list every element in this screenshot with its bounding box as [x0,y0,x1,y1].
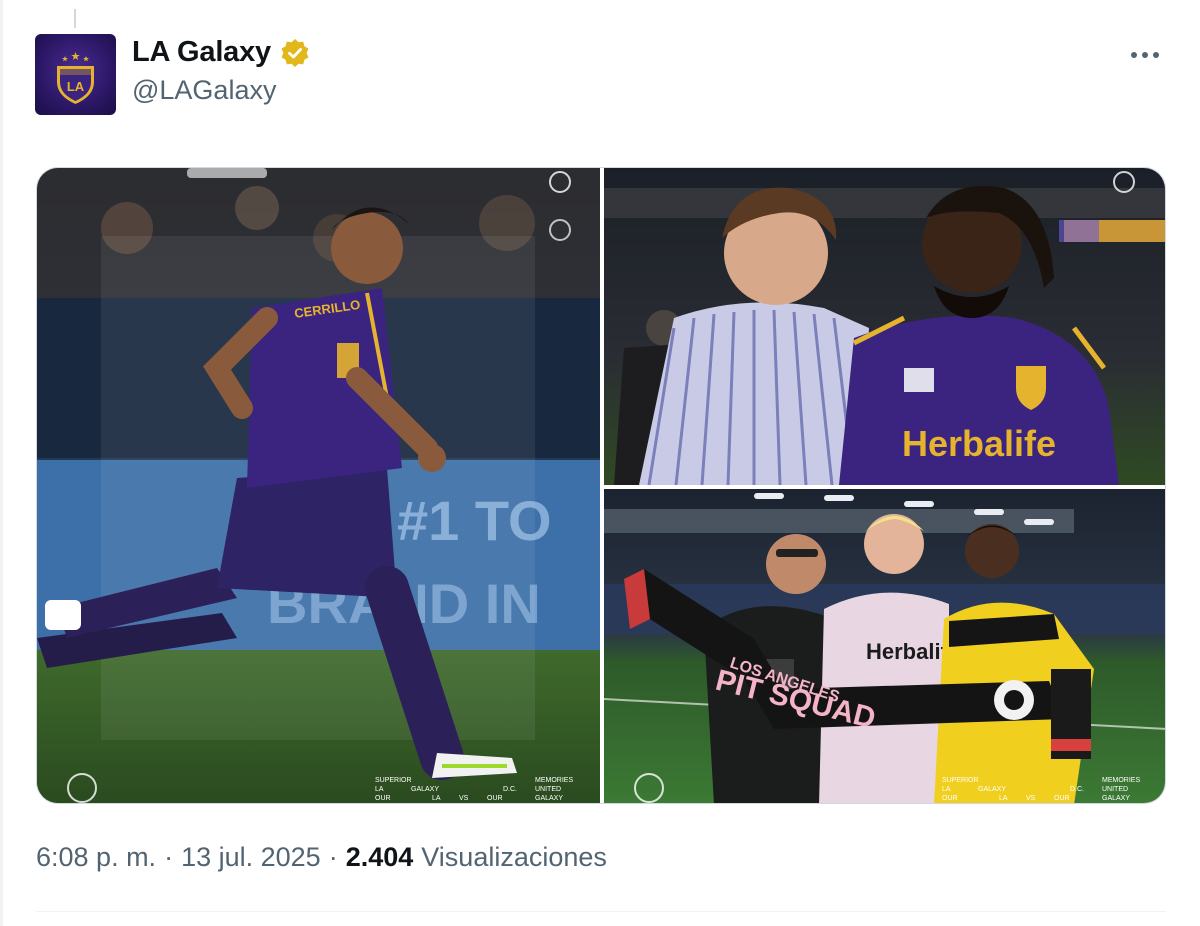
corner-text-1: SUPERIOR [375,777,412,784]
display-name-row: LA Galaxy [132,36,311,69]
views-count: 2.404 [345,842,414,872]
tweet-date[interactable]: 13 jul. 2025 [181,842,321,873]
corner-text-7: OUR [375,795,391,802]
corner-text-b11: GALAXY [1102,795,1130,802]
media-photo-3[interactable]: Herbalife LOS ANGELES PIT SQUAD SUPERIOR… [604,489,1165,803]
media-photo-1[interactable]: #1 TO BRAND IN CERRILLO SUPERIOR LA GALA… [37,168,600,803]
corner-text-b10: UNITED [1102,786,1128,793]
jersey-sponsor-text: Herbalife [902,423,1056,464]
corner-text-b4: VS [1026,795,1036,802]
corner-text-b8: LA [999,795,1008,802]
tweet-meta: 6:08 p. m. · 13 jul. 2025 · 2.404 Visual… [36,842,607,873]
corner-text-b1: SUPERIOR [942,777,979,784]
tweet-page: LA LA Galaxy @LAGalaxy #1 TO BRAND IN CE… [0,0,1200,926]
author-handle[interactable]: @LAGalaxy [132,75,311,106]
corner-text-b6: MEMORIES [1102,777,1140,784]
tweet-time[interactable]: 6:08 p. m. [36,842,156,873]
views-label: Visualizaciones [421,842,607,872]
meta-separator-2: · [328,842,338,872]
corner-text-b3: GALAXY [978,786,1006,793]
corner-text-9: OUR [487,795,503,802]
corner-text-2: LA [375,786,384,793]
corner-text-11: GALAXY [535,795,563,802]
media-photo-2[interactable]: Herbalife [604,168,1165,485]
corner-text-b7: OUR [942,795,958,802]
corner-text-10: UNITED [535,786,561,793]
thread-line [74,9,76,28]
corner-text-6: MEMORIES [535,777,573,784]
corner-text-b9: OUR [1054,795,1070,802]
tweet-media-grid: #1 TO BRAND IN CERRILLO SUPERIOR LA GALA… [36,167,1166,804]
corner-text-5: D.C. [503,786,517,793]
corner-text-3: GALAXY [411,786,439,793]
tweet-divider [36,911,1166,912]
more-options-button[interactable] [1128,38,1162,72]
meta-separator: · [164,842,174,872]
corner-text-4: VS [459,795,469,802]
corner-text-b2: LA [942,786,951,793]
la-galaxy-crest-icon: LA [57,52,94,104]
more-horizontal-icon [1131,52,1159,58]
author-display-name[interactable]: LA Galaxy [132,36,271,69]
tweet-author: LA Galaxy @LAGalaxy [132,36,311,106]
corner-text-8: LA [432,795,441,802]
corner-text-b5: D.C. [1070,786,1084,793]
verified-badge-icon [281,38,309,67]
avatar-crest-text: LA [67,79,85,94]
author-avatar[interactable]: LA [35,34,116,115]
timeline-border [0,0,3,926]
